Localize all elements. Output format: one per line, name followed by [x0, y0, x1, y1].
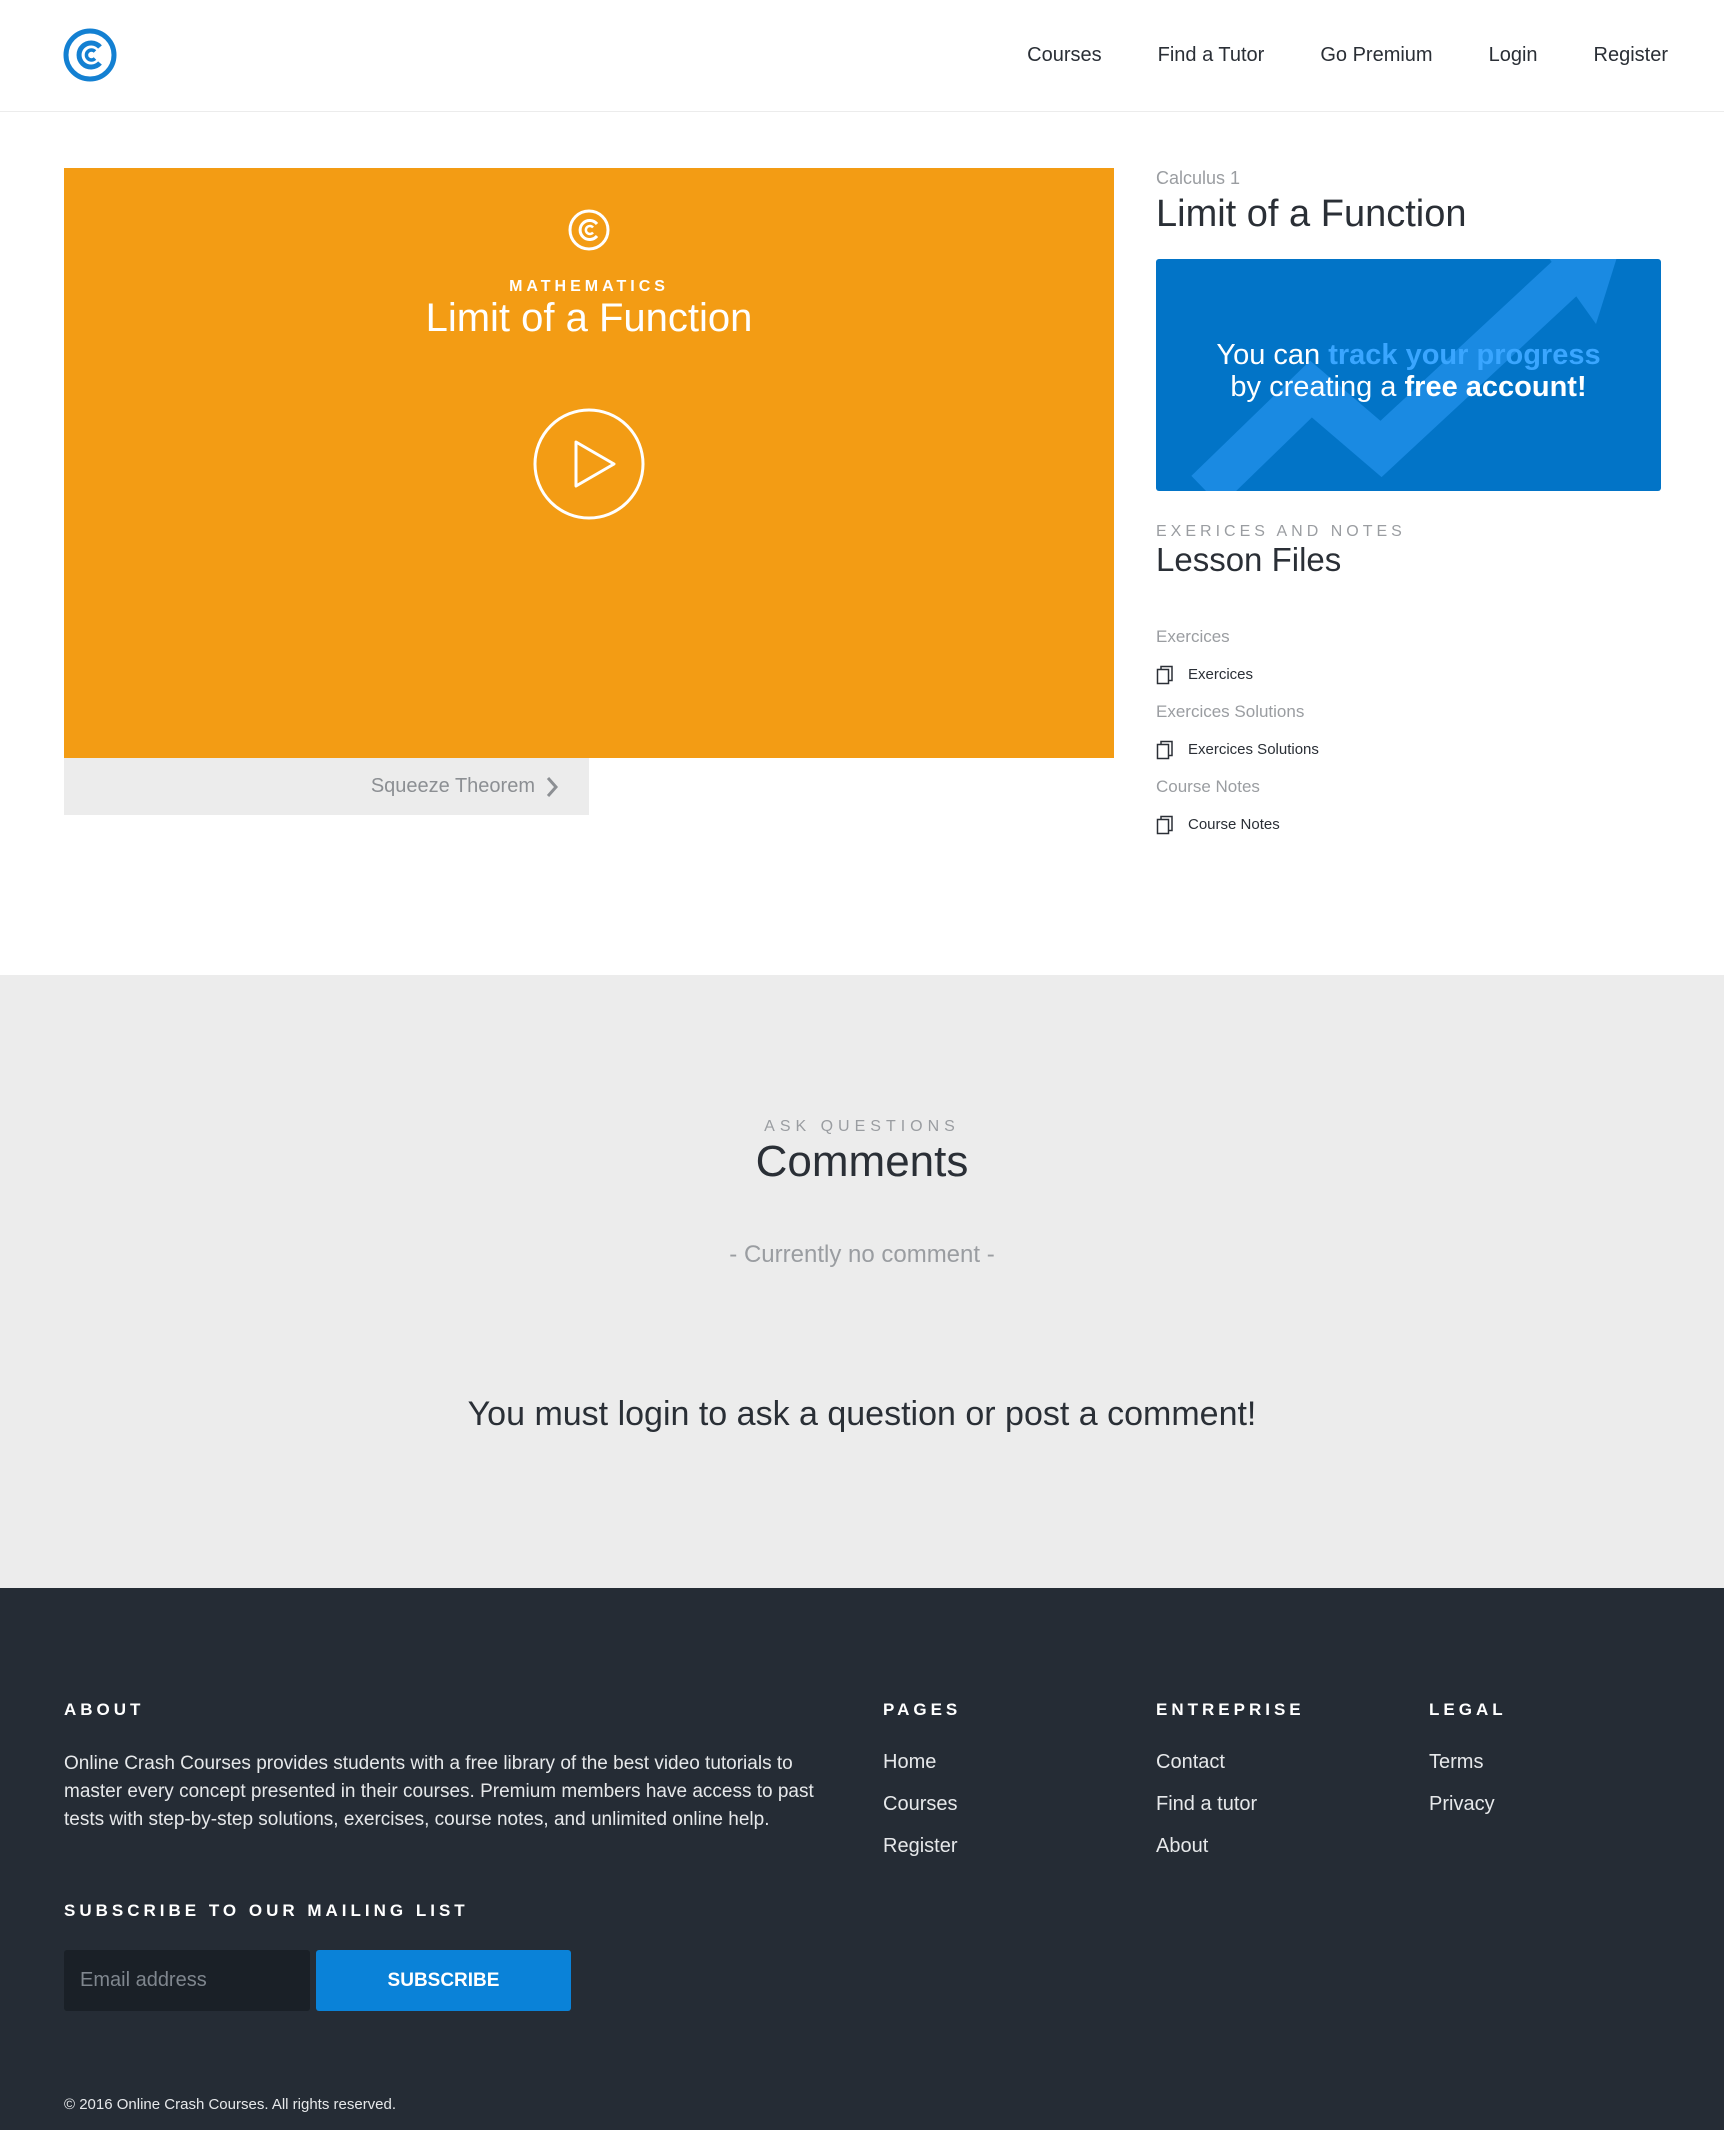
- file-group-label: Exercices Solutions: [1156, 702, 1305, 721]
- nav-courses[interactable]: Courses: [1027, 44, 1101, 67]
- login-prompt: You must login to ask a question or post…: [467, 1395, 1257, 1433]
- footer-link-contact[interactable]: Contact: [1156, 1748, 1257, 1790]
- file-group-label: Exercices: [1156, 627, 1230, 646]
- document-icon: [1156, 815, 1173, 834]
- files-kicker: EXERICES AND NOTES: [1156, 523, 1406, 540]
- nav-find-a-tutor[interactable]: Find a Tutor: [1158, 44, 1265, 67]
- about-heading: ABOUT: [64, 1700, 145, 1719]
- files-title: Lesson Files: [1156, 541, 1342, 578]
- copyright-text: © 2016 Online Crash Courses. All rights …: [64, 2096, 397, 2113]
- next-lesson-button[interactable]: Squeeze Theorem: [64, 758, 589, 815]
- lesson-files-list: Exercices Exercices Exercices Solutions …: [1156, 623, 1661, 848]
- file-link-exercices[interactable]: Exercices: [1156, 651, 1661, 698]
- site-logo-icon[interactable]: [62, 27, 118, 83]
- subscribe-heading: SUBSCRIBE TO OUR MAILING LIST: [64, 1901, 469, 1920]
- pages-heading: PAGES: [883, 1700, 962, 1719]
- file-link-exercices-solutions[interactable]: Exercices Solutions: [1156, 726, 1661, 773]
- course-name: Calculus 1: [1156, 168, 1241, 188]
- course-logo-icon: [568, 209, 610, 251]
- footer-link-register[interactable]: Register: [883, 1832, 957, 1874]
- nav-login[interactable]: Login: [1489, 44, 1538, 67]
- email-input[interactable]: [64, 1950, 310, 2011]
- promo-highlight: track your progress: [1328, 339, 1601, 371]
- footer-link-privacy[interactable]: Privacy: [1429, 1790, 1495, 1832]
- video-title: Limit of a Function: [425, 296, 753, 340]
- footer-link-courses[interactable]: Courses: [883, 1790, 957, 1832]
- entreprise-heading: ENTREPRISE: [1156, 1700, 1305, 1719]
- no-comment-text: - Currently no comment -: [729, 1241, 995, 1268]
- comments-kicker: ASK QUESTIONS: [764, 1118, 960, 1135]
- subscribe-button[interactable]: SUBSCRIBE: [316, 1950, 571, 2011]
- promo-text: You can track your progress by creating …: [1216, 339, 1601, 403]
- pages-links: Home Courses Register: [883, 1748, 957, 1874]
- video-player[interactable]: MATHEMATICS Limit of a Function: [64, 168, 1114, 758]
- promo-strong: free account!: [1404, 371, 1587, 403]
- footer-link-find-a-tutor[interactable]: Find a tutor: [1156, 1790, 1257, 1832]
- footer-link-terms[interactable]: Terms: [1429, 1748, 1495, 1790]
- footer-link-about[interactable]: About: [1156, 1832, 1257, 1874]
- file-link-course-notes[interactable]: Course Notes: [1156, 801, 1661, 848]
- legal-heading: LEGAL: [1429, 1700, 1507, 1719]
- entreprise-links: Contact Find a tutor About: [1156, 1748, 1257, 1874]
- site-header: Courses Find a Tutor Go Premium Login Re…: [0, 0, 1724, 112]
- comments-title: Comments: [755, 1137, 969, 1186]
- lesson-title: Limit of a Function: [1156, 193, 1467, 235]
- free-account-promo[interactable]: You can track your progress by creating …: [1156, 259, 1661, 491]
- chevron-right-icon: [546, 776, 559, 797]
- footer-link-home[interactable]: Home: [883, 1748, 957, 1790]
- document-icon: [1156, 740, 1173, 759]
- next-lesson-label: Squeeze Theorem: [370, 775, 535, 797]
- legal-links: Terms Privacy: [1429, 1748, 1495, 1832]
- nav-register[interactable]: Register: [1594, 44, 1668, 67]
- lesson-sidebar: Calculus 1 Limit of a Function You can t…: [1156, 168, 1661, 834]
- file-group-label: Course Notes: [1156, 777, 1260, 796]
- main-nav: Courses Find a Tutor Go Premium Login Re…: [971, 0, 1668, 110]
- site-footer: ABOUT Online Crash Courses provides stud…: [0, 1588, 1724, 2130]
- comments-section: ASK QUESTIONS Comments - Currently no co…: [0, 975, 1724, 1588]
- about-text: Online Crash Courses provides students w…: [64, 1753, 814, 1830]
- document-icon: [1156, 665, 1173, 684]
- play-icon[interactable]: [532, 407, 646, 521]
- nav-go-premium[interactable]: Go Premium: [1320, 44, 1432, 67]
- video-subject: MATHEMATICS: [509, 278, 669, 295]
